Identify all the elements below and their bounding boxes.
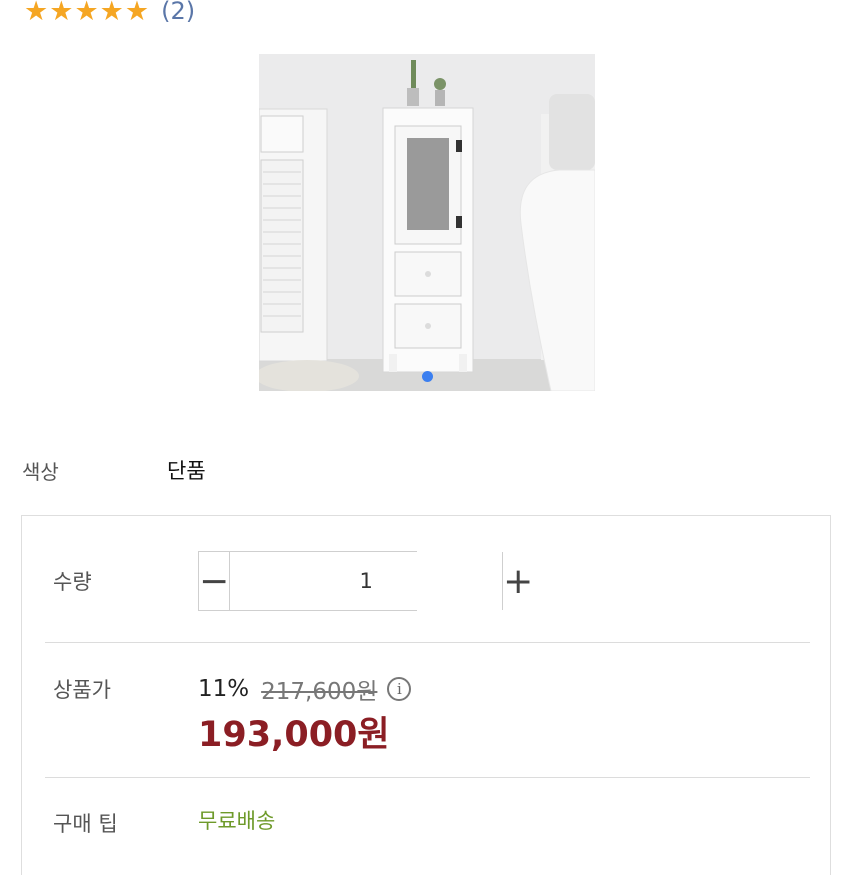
star-icon: ★ bbox=[124, 0, 150, 27]
product-photo bbox=[259, 54, 595, 391]
decrease-quantity-button[interactable]: − bbox=[199, 552, 231, 610]
star-icon: ★ bbox=[99, 0, 124, 27]
price-summary: 11% 217,600원 i bbox=[198, 672, 412, 706]
quantity-input[interactable] bbox=[230, 552, 503, 610]
rating-stars: ★ ★ ★ ★ ★ bbox=[24, 0, 149, 25]
free-shipping-text: 무료배송 bbox=[198, 809, 276, 833]
star-icon: ★ bbox=[49, 0, 74, 27]
quantity-stepper[interactable]: − + bbox=[198, 551, 534, 611]
increase-quantity-button[interactable]: + bbox=[502, 552, 534, 610]
purchase-option-panel: 수량 − + 상품가 11% 217,600원 i 193,000원 구매 팁 … bbox=[21, 515, 831, 875]
divider bbox=[45, 777, 810, 778]
product-image-carousel[interactable] bbox=[259, 54, 595, 391]
minus-icon: − bbox=[199, 560, 230, 602]
info-icon[interactable]: i bbox=[387, 677, 412, 701]
sale-price: 193,000원 bbox=[198, 715, 390, 755]
star-icon: ★ bbox=[74, 0, 99, 27]
purchase-tip-label: 구매 팁 bbox=[53, 812, 118, 836]
color-value[interactable]: 단품 bbox=[167, 455, 206, 485]
plus-icon: + bbox=[503, 560, 534, 602]
original-price: 217,600원 bbox=[261, 679, 378, 705]
review-count-link[interactable]: (2) bbox=[161, 0, 195, 25]
discount-rate: 11% bbox=[198, 676, 250, 702]
color-option-row: 색상 단품 bbox=[22, 455, 206, 485]
carousel-dot-active[interactable] bbox=[422, 371, 433, 382]
star-icon: ★ bbox=[24, 0, 49, 27]
quantity-label: 수량 bbox=[53, 570, 92, 594]
color-label: 색상 bbox=[22, 459, 59, 484]
divider bbox=[45, 642, 810, 643]
price-label: 상품가 bbox=[53, 678, 111, 702]
product-rating[interactable]: ★ ★ ★ ★ ★ (2) bbox=[24, 0, 195, 26]
